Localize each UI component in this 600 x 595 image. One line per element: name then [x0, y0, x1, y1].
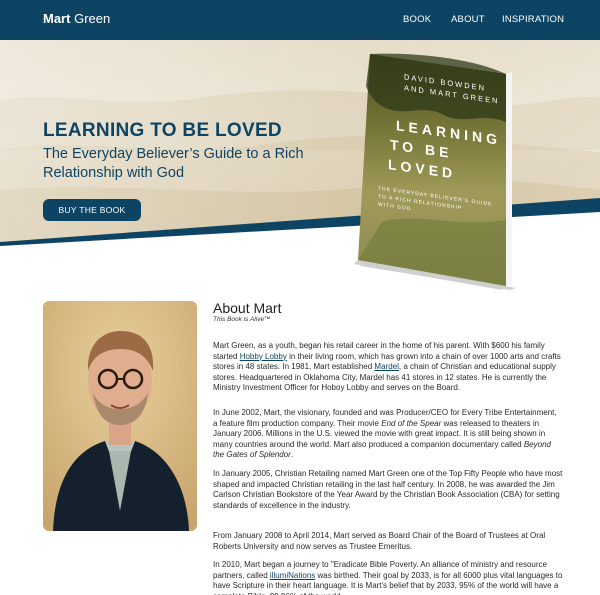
mardel-link[interactable]: Mardel: [374, 362, 398, 371]
bio-paragraph-1: Mart Green, as a youth, began his retail…: [213, 341, 563, 394]
buy-the-book-button[interactable]: BUY THE BOOK: [43, 199, 141, 221]
end-of-the-spear-title: End of the Spear: [381, 418, 442, 428]
illuminations-link[interactable]: illumiNations: [270, 571, 315, 580]
nav-link-inspiration[interactable]: INSPIRATION: [502, 14, 564, 25]
top-navbar: Mart Green BOOK ABOUT INSPIRATION: [0, 0, 600, 40]
book-cover-image[interactable]: DAVID BOWDEN AND MART GREEN LEARNING TO …: [352, 52, 520, 292]
about-heading: About Mart: [213, 300, 282, 316]
about-tagline: This Book is Alive™: [213, 316, 271, 323]
brand-last-name: Green: [74, 11, 111, 26]
bio-paragraph-2: In June 2002, Mart, the visionary, found…: [213, 408, 563, 461]
bio-paragraph-4: From January 2008 to April 2014, Mart se…: [213, 531, 546, 551]
hero-title: LEARNING TO BE LOVED: [43, 120, 282, 141]
brand-first-name: Mart: [43, 11, 71, 26]
bio-p2-text-c: .: [290, 450, 294, 459]
nav-link-about[interactable]: ABOUT: [451, 14, 485, 25]
site-logo[interactable]: Mart Green: [43, 11, 110, 26]
hero-subtitle: The Everyday Believer’s Guide to a Rich …: [43, 146, 304, 181]
bio-paragraph-5: In 2010, Mart began a journey to "Eradic…: [213, 560, 563, 595]
bio-paragraph-3: In January 2005, Christian Retailing nam…: [213, 469, 563, 510]
author-portrait-photo: [43, 301, 197, 531]
nav-link-book[interactable]: BOOK: [403, 14, 431, 25]
hobby-lobby-link[interactable]: Hobby Lobby: [240, 352, 287, 361]
